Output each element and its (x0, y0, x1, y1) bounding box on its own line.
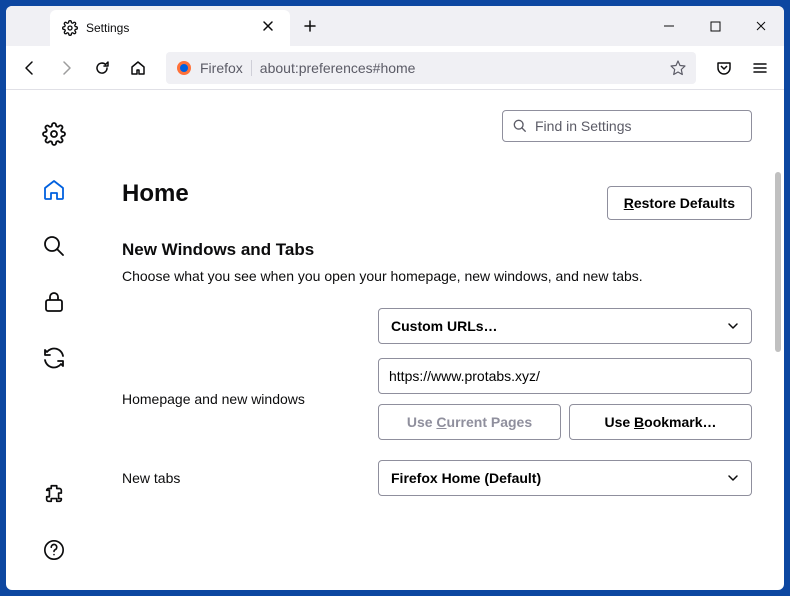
pocket-button[interactable] (708, 52, 740, 84)
chevron-down-icon (727, 472, 739, 484)
use-bookmark-button[interactable]: Use Bookmark… (569, 404, 752, 440)
browser-window: Settings Firefox about:preferences#home (6, 6, 784, 590)
sidebar-home[interactable] (34, 170, 74, 210)
maximize-button[interactable] (692, 6, 738, 46)
back-button[interactable] (14, 52, 46, 84)
bookmark-star-icon[interactable] (670, 60, 686, 76)
reload-button[interactable] (86, 52, 118, 84)
newtabs-select[interactable]: Firefox Home (Default) (378, 460, 752, 496)
scrollbar-thumb[interactable] (775, 172, 781, 352)
close-window-button[interactable] (738, 6, 784, 46)
toolbar: Firefox about:preferences#home (6, 46, 784, 90)
settings-search[interactable]: Find in Settings (502, 110, 752, 142)
homepage-url-row: Homepage and new windows Use Current Pag… (122, 358, 752, 440)
sidebar-search[interactable] (34, 226, 74, 266)
forward-button[interactable] (50, 52, 82, 84)
window-controls (646, 6, 784, 46)
homepage-select-row: Custom URLs… (122, 308, 752, 344)
new-tab-button[interactable] (296, 12, 324, 40)
titlebar: Settings (6, 6, 784, 46)
urlbar-text: about:preferences#home (260, 60, 670, 76)
search-icon (513, 119, 527, 133)
close-icon[interactable] (262, 20, 278, 36)
homepage-label: Homepage and new windows (122, 391, 378, 407)
minimize-button[interactable] (646, 6, 692, 46)
urlbar-brand: Firefox (200, 60, 243, 76)
select-value: Custom URLs… (391, 318, 498, 334)
sidebar-privacy[interactable] (34, 282, 74, 322)
use-current-pages-button[interactable]: Use Current Pages (378, 404, 561, 440)
sidebar-general[interactable] (34, 114, 74, 154)
settings-sidebar (6, 90, 102, 590)
menu-button[interactable] (744, 52, 776, 84)
url-bar[interactable]: Firefox about:preferences#home (166, 52, 696, 84)
homepage-mode-select[interactable]: Custom URLs… (378, 308, 752, 344)
restore-defaults-button[interactable]: Restore Defaults (607, 186, 752, 220)
browser-tab[interactable]: Settings (50, 10, 290, 46)
homepage-url-input[interactable] (378, 358, 752, 394)
search-placeholder: Find in Settings (535, 118, 632, 134)
sidebar-sync[interactable] (34, 338, 74, 378)
section-title: New Windows and Tabs (122, 240, 752, 260)
content-area: Find in Settings Home Restore Defaults N… (6, 90, 784, 590)
newtabs-label: New tabs (122, 470, 378, 486)
sidebar-help[interactable] (34, 530, 74, 570)
gear-icon (62, 20, 78, 36)
select-value: Firefox Home (Default) (391, 470, 541, 486)
sidebar-extensions[interactable] (34, 474, 74, 514)
settings-main: Find in Settings Home Restore Defaults N… (102, 90, 784, 590)
section-description: Choose what you see when you open your h… (122, 268, 752, 284)
home-button[interactable] (122, 52, 154, 84)
tab-title: Settings (86, 21, 262, 35)
chevron-down-icon (727, 320, 739, 332)
urlbar-separator (251, 60, 252, 76)
firefox-icon (176, 60, 192, 76)
newtabs-row: New tabs Firefox Home (Default) (122, 460, 752, 496)
